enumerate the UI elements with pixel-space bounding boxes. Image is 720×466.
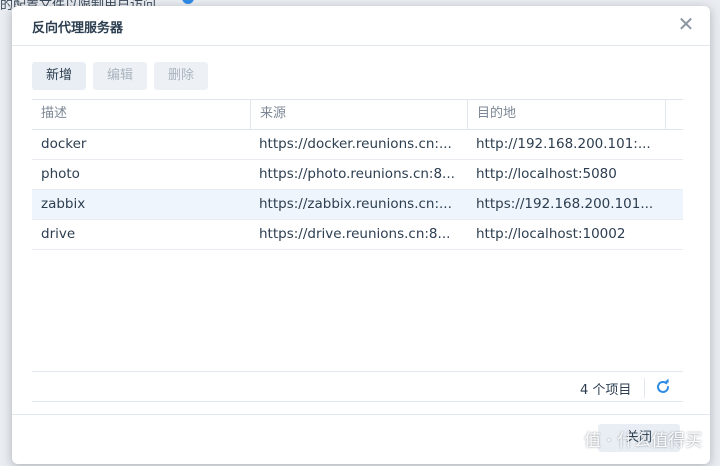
table-header: 描述 来源 目的地	[32, 99, 683, 130]
row-destination: http://192.168.200.101:...	[476, 136, 651, 152]
row-source: https://photo.reunions.cn:8...	[259, 166, 455, 182]
row-description: photo	[41, 166, 80, 182]
toolbar: 新增 编辑 删除	[32, 62, 209, 90]
row-destination: http://localhost:5080	[476, 166, 617, 182]
item-count: 4 个项目	[580, 383, 632, 398]
row-description: drive	[41, 226, 76, 242]
row-source: https://zabbix.reunions.cn:...	[259, 196, 452, 212]
row-destination: https://192.168.200.101...	[476, 196, 654, 212]
info-icon	[182, 0, 194, 4]
column-header-extra	[665, 100, 683, 129]
row-description: zabbix	[41, 196, 86, 212]
table-row[interactable]: photo https://photo.reunions.cn:8... htt…	[32, 160, 683, 190]
footer-separator	[644, 378, 645, 398]
column-header-destination[interactable]: 目的地	[467, 100, 665, 129]
row-description: docker	[41, 136, 87, 152]
title-divider	[12, 45, 710, 46]
refresh-icon[interactable]	[653, 377, 673, 397]
delete-button[interactable]: 删除	[154, 62, 209, 90]
dialog-footer-divider	[12, 414, 710, 415]
proxy-table: 描述 来源 目的地 docker https://docker.reunions…	[32, 99, 683, 250]
table-row[interactable]: drive https://drive.reunions.cn:8... htt…	[32, 220, 683, 250]
row-source: https://drive.reunions.cn:8...	[259, 226, 451, 242]
reverse-proxy-dialog: 反向代理服务器 ✕ 新增 编辑 删除 描述 来源 目的地 docker http…	[12, 6, 710, 464]
column-header-source[interactable]: 来源	[250, 100, 467, 129]
row-source: https://docker.reunions.cn:...	[259, 136, 452, 152]
table-row-selected[interactable]: zabbix https://zabbix.reunions.cn:... ht…	[32, 190, 683, 220]
table-bottom-divider	[32, 401, 683, 402]
add-button[interactable]: 新增	[32, 62, 87, 90]
close-button[interactable]: 关闭	[598, 424, 680, 452]
row-destination: http://localhost:10002	[476, 226, 626, 242]
dialog-title: 反向代理服务器	[32, 21, 124, 36]
close-icon[interactable]: ✕	[676, 14, 696, 34]
edit-button[interactable]: 编辑	[93, 62, 148, 90]
table-row[interactable]: docker https://docker.reunions.cn:... ht…	[32, 130, 683, 160]
column-header-description[interactable]: 描述	[32, 100, 250, 129]
table-footer-divider	[32, 371, 683, 372]
